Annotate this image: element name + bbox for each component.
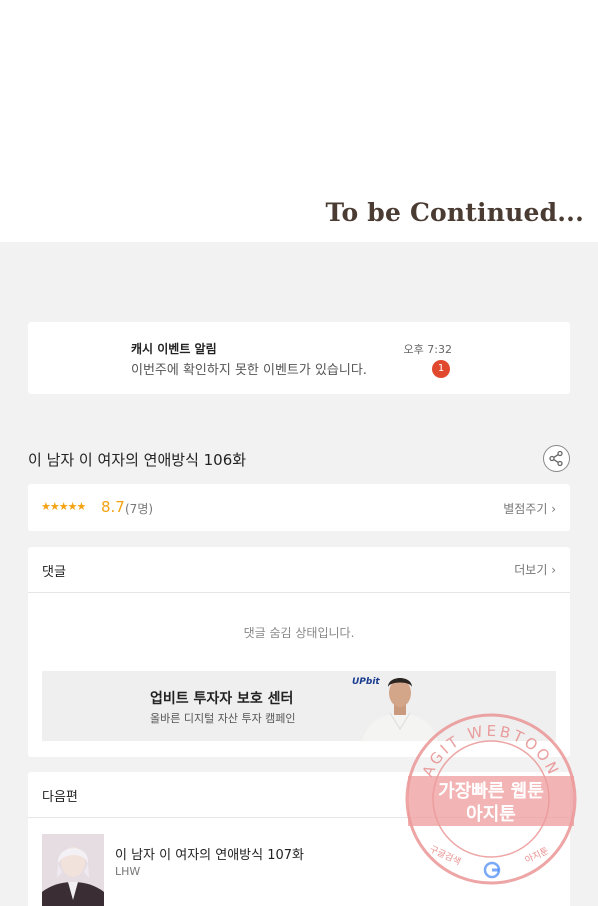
rating-card: ★★★★★ 8.7 (7명) 별점주기 › <box>28 484 570 531</box>
next-episode-title: 이 남자 이 여자의 연애방식 107화 <box>115 848 304 863</box>
notification-time: 오후 7:32 <box>403 343 452 356</box>
google-g-icon <box>483 861 501 879</box>
next-label: 다음편 <box>42 790 78 805</box>
rating-score: 8.7 <box>101 498 125 516</box>
to-be-continued-text: To be Continued... <box>325 198 584 227</box>
watermark-line2: 아지툰 <box>466 804 516 825</box>
notification-card[interactable]: 캐시 이벤트 알림 이번주에 확인하지 못한 이벤트가 있습니다. 오후 7:3… <box>28 322 570 394</box>
notification-title: 캐시 이벤트 알림 <box>131 342 217 356</box>
ad-title: 업비트 투자자 보호 센터 <box>150 691 294 707</box>
ad-subtitle: 올바른 디지털 자산 투자 캠페인 <box>150 712 296 725</box>
comments-more-button[interactable]: 더보기 › <box>514 561 556 578</box>
watermark-stamp: AGIT WEBTOON 가장빠른 웹툰 아지툰 구글검색 아지툰 <box>404 712 578 886</box>
share-icon <box>549 450 563 467</box>
episode-title: 이 남자 이 여자의 연애방식 106화 <box>28 451 247 469</box>
comments-label: 댓글 <box>42 565 66 580</box>
rating-count: (7명) <box>125 502 154 516</box>
rate-button[interactable]: 별점주기 › <box>503 500 556 517</box>
notification-message: 이번주에 확인하지 못한 이벤트가 있습니다. <box>131 363 367 378</box>
rating-stars: ★★★★★ <box>41 500 86 513</box>
watermark-line1: 가장빠른 웹툰 <box>438 781 544 802</box>
comments-hidden-message: 댓글 숨김 상태입니다. <box>243 626 355 640</box>
next-episode-author: LHW <box>115 865 141 878</box>
share-button[interactable] <box>543 445 570 472</box>
comments-header: 댓글 더보기 › <box>28 547 570 593</box>
notification-badge: 1 <box>432 360 450 378</box>
next-episode-thumbnail <box>42 834 104 906</box>
